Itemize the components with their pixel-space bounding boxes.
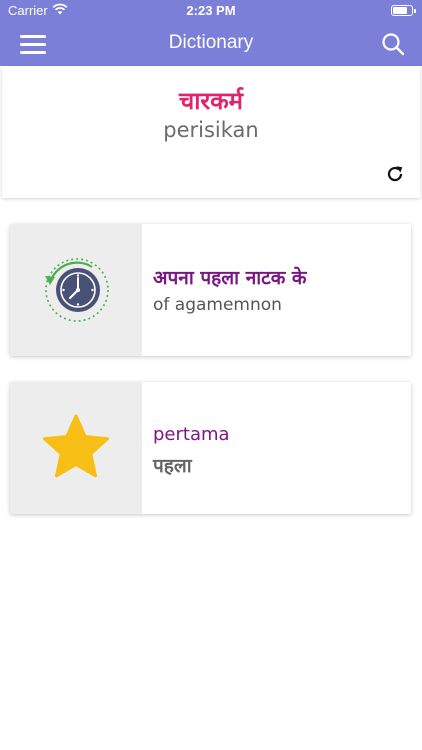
page-title: Dictionary bbox=[168, 32, 254, 53]
history-primary-text: अपना पहला नाटक के bbox=[153, 267, 307, 289]
history-icon-pane bbox=[10, 224, 142, 356]
word-hindi: चारकर्म bbox=[178, 87, 244, 115]
status-time: 2:23 PM bbox=[186, 3, 236, 18]
status-bar: Carrier 2:23 PM bbox=[0, 0, 422, 22]
favorites-icon-pane bbox=[10, 382, 142, 514]
favorites-card[interactable]: pertama पहला bbox=[10, 382, 411, 514]
word-of-the-day-card: चारकर्म perisikan bbox=[2, 66, 420, 198]
refresh-icon[interactable] bbox=[384, 163, 406, 185]
history-secondary-text: of agamemnon bbox=[153, 295, 282, 315]
favorites-primary-text: pertama bbox=[153, 424, 230, 445]
favorites-secondary-text: पहला bbox=[153, 455, 192, 477]
navigation-bar: Dictionary bbox=[0, 22, 422, 66]
history-card[interactable]: अपना पहला नाटक के of agamemnon bbox=[10, 224, 411, 356]
history-clock-icon bbox=[45, 258, 109, 322]
word-transliteration: perisikan bbox=[163, 118, 259, 142]
search-icon[interactable] bbox=[380, 31, 406, 57]
star-icon bbox=[43, 414, 109, 478]
battery-icon bbox=[391, 5, 416, 16]
